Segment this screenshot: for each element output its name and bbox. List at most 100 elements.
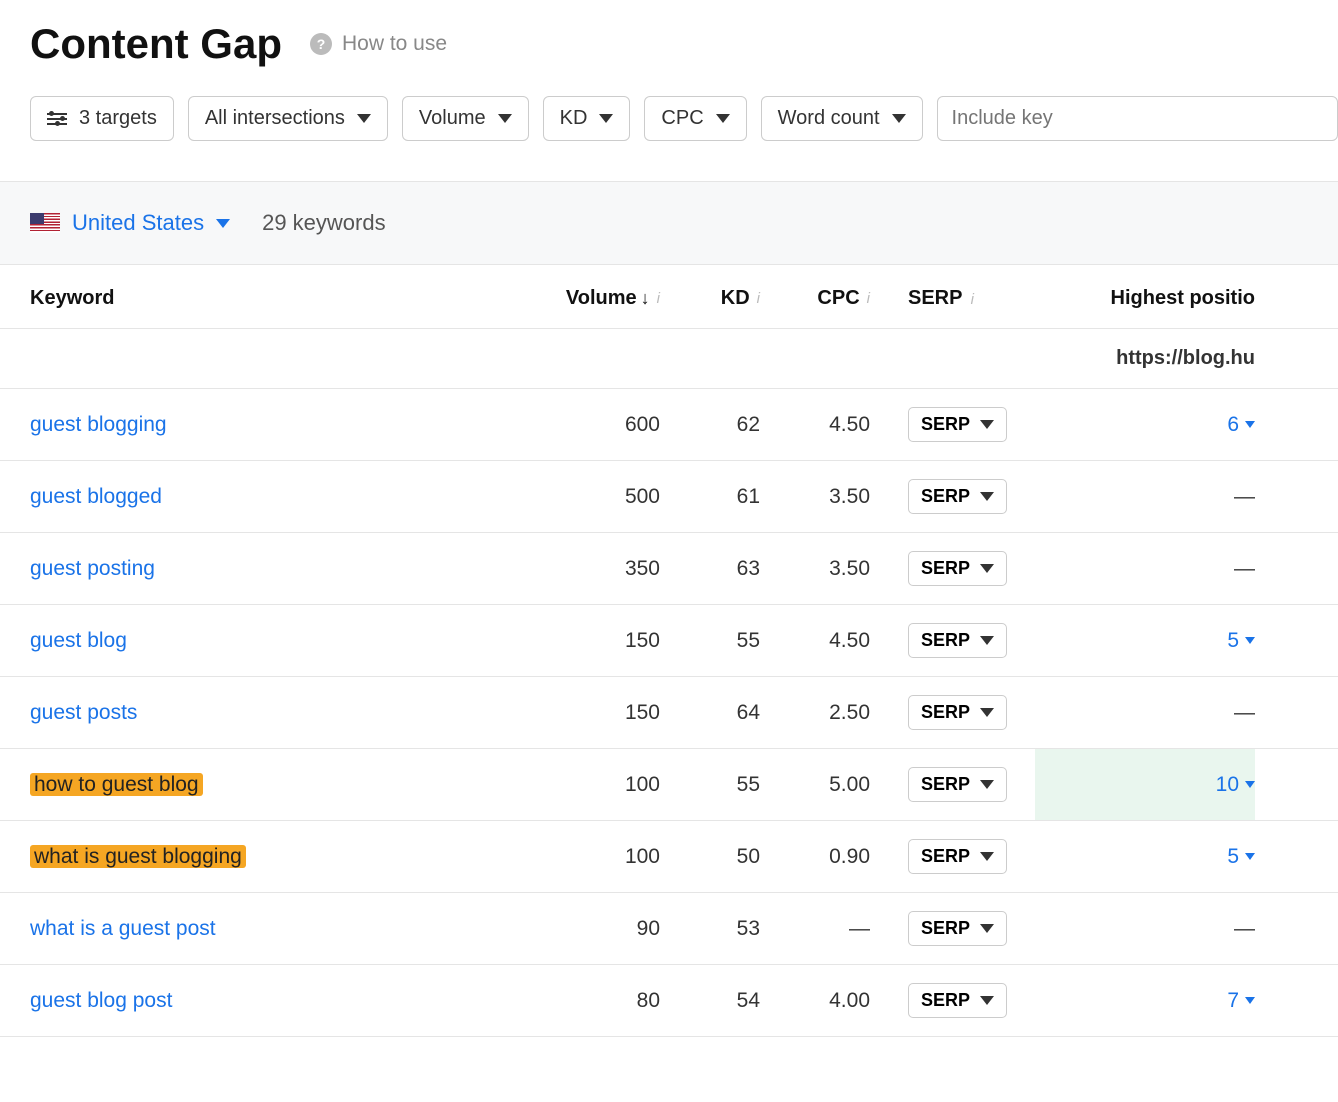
position-cell: — [1234,917,1255,941]
serp-button[interactable]: SERP [908,479,1007,514]
serp-button[interactable]: SERP [908,407,1007,442]
column-header-cpc[interactable]: CPC i [760,287,870,310]
cpc-cell: 3.50 [760,557,870,581]
keyword-link[interactable]: guest posts [30,701,137,724]
column-header-keyword[interactable]: Keyword [30,287,540,310]
volume-cell: 100 [540,773,660,797]
kd-cell: 61 [660,485,760,509]
caret-down-icon [716,114,730,123]
table-row: what is a guest post9053—SERP— [0,893,1338,965]
targets-filter[interactable]: 3 targets [30,96,174,141]
serp-button-label: SERP [921,918,970,939]
country-selector[interactable]: United States [30,210,230,236]
kd-cell: 53 [660,917,760,941]
table-row: guest blogging600624.50SERP6 [0,389,1338,461]
caret-down-icon [1245,853,1255,860]
volume-cell: 80 [540,989,660,1013]
sliders-icon [47,113,67,125]
volume-cell: 150 [540,701,660,725]
table-row: what is guest blogging100500.90SERP5 [0,821,1338,893]
caret-down-icon [1245,781,1255,788]
column-header-kd[interactable]: KD i [660,287,760,310]
kd-label: KD [560,107,588,130]
table-row: guest blog post80544.00SERP7 [0,965,1338,1037]
serp-button[interactable]: SERP [908,983,1007,1018]
keyword-link[interactable]: how to guest blog [30,773,203,796]
include-keywords-input[interactable] [937,96,1338,141]
volume-cell: 100 [540,845,660,869]
column-header-highest-position[interactable]: Highest positio [1035,287,1255,310]
page-title: Content Gap [30,20,282,68]
table-row: guest posting350633.50SERP— [0,533,1338,605]
keyword-link[interactable]: guest blogged [30,485,162,508]
caret-down-icon [980,636,994,645]
position-cell[interactable]: 6 [1227,413,1255,437]
position-value: — [1234,701,1255,725]
serp-button[interactable]: SERP [908,767,1007,802]
serp-button[interactable]: SERP [908,911,1007,946]
flag-us-icon [30,213,60,233]
caret-down-icon [599,114,613,123]
volume-filter[interactable]: Volume [402,96,529,141]
keyword-link[interactable]: guest blogging [30,413,167,436]
serp-button[interactable]: SERP [908,623,1007,658]
volume-cell: 150 [540,629,660,653]
cpc-cell: 3.50 [760,485,870,509]
volume-cell: 600 [540,413,660,437]
serp-button-label: SERP [921,558,970,579]
keyword-link[interactable]: what is guest blogging [30,845,246,868]
help-label: How to use [342,32,447,56]
cpc-cell: 2.50 [760,701,870,725]
kd-cell: 50 [660,845,760,869]
serp-button[interactable]: SERP [908,695,1007,730]
targets-label: 3 targets [79,107,157,130]
caret-down-icon [498,114,512,123]
word-count-filter[interactable]: Word count [761,96,923,141]
position-cell: — [1234,701,1255,725]
info-icon[interactable]: i [968,291,974,308]
position-value: 6 [1227,413,1239,437]
intersections-filter[interactable]: All intersections [188,96,388,141]
kd-filter[interactable]: KD [543,96,631,141]
serp-button-label: SERP [921,846,970,867]
column-header-serp[interactable]: SERP i [870,287,1035,310]
keyword-count: 29 keywords [262,210,386,236]
cpc-filter[interactable]: CPC [644,96,746,141]
serp-button-label: SERP [921,774,970,795]
caret-down-icon [1245,637,1255,644]
kd-cell: 62 [660,413,760,437]
cpc-header-label: CPC [817,287,859,310]
serp-button-label: SERP [921,702,970,723]
volume-label: Volume [419,107,486,130]
caret-down-icon [980,708,994,717]
country-label: United States [72,210,204,236]
serp-header-label: SERP [908,287,962,309]
serp-button[interactable]: SERP [908,551,1007,586]
keyword-link[interactable]: guest blog post [30,989,172,1012]
kd-cell: 64 [660,701,760,725]
position-value: 10 [1216,773,1239,797]
column-header-volume[interactable]: Volume ↓ i [540,287,660,310]
keyword-link[interactable]: guest blog [30,629,127,652]
caret-down-icon [216,219,230,228]
caret-down-icon [980,996,994,1005]
serp-button[interactable]: SERP [908,839,1007,874]
how-to-use-link[interactable]: ? How to use [310,32,447,56]
serp-button-label: SERP [921,486,970,507]
kd-cell: 55 [660,773,760,797]
position-cell[interactable]: 5 [1227,629,1255,653]
kd-cell: 63 [660,557,760,581]
serp-button-label: SERP [921,990,970,1011]
serp-button-label: SERP [921,630,970,651]
keyword-link[interactable]: guest posting [30,557,155,580]
kd-header-label: KD [721,287,750,310]
caret-down-icon [980,564,994,573]
caret-down-icon [892,114,906,123]
caret-down-icon [1245,421,1255,428]
volume-header-label: Volume [566,287,637,310]
keyword-link[interactable]: what is a guest post [30,917,216,940]
position-cell[interactable]: 7 [1227,989,1255,1013]
help-icon: ? [310,33,332,55]
position-cell[interactable]: 5 [1227,845,1255,869]
position-cell[interactable]: 10 [1216,773,1255,797]
